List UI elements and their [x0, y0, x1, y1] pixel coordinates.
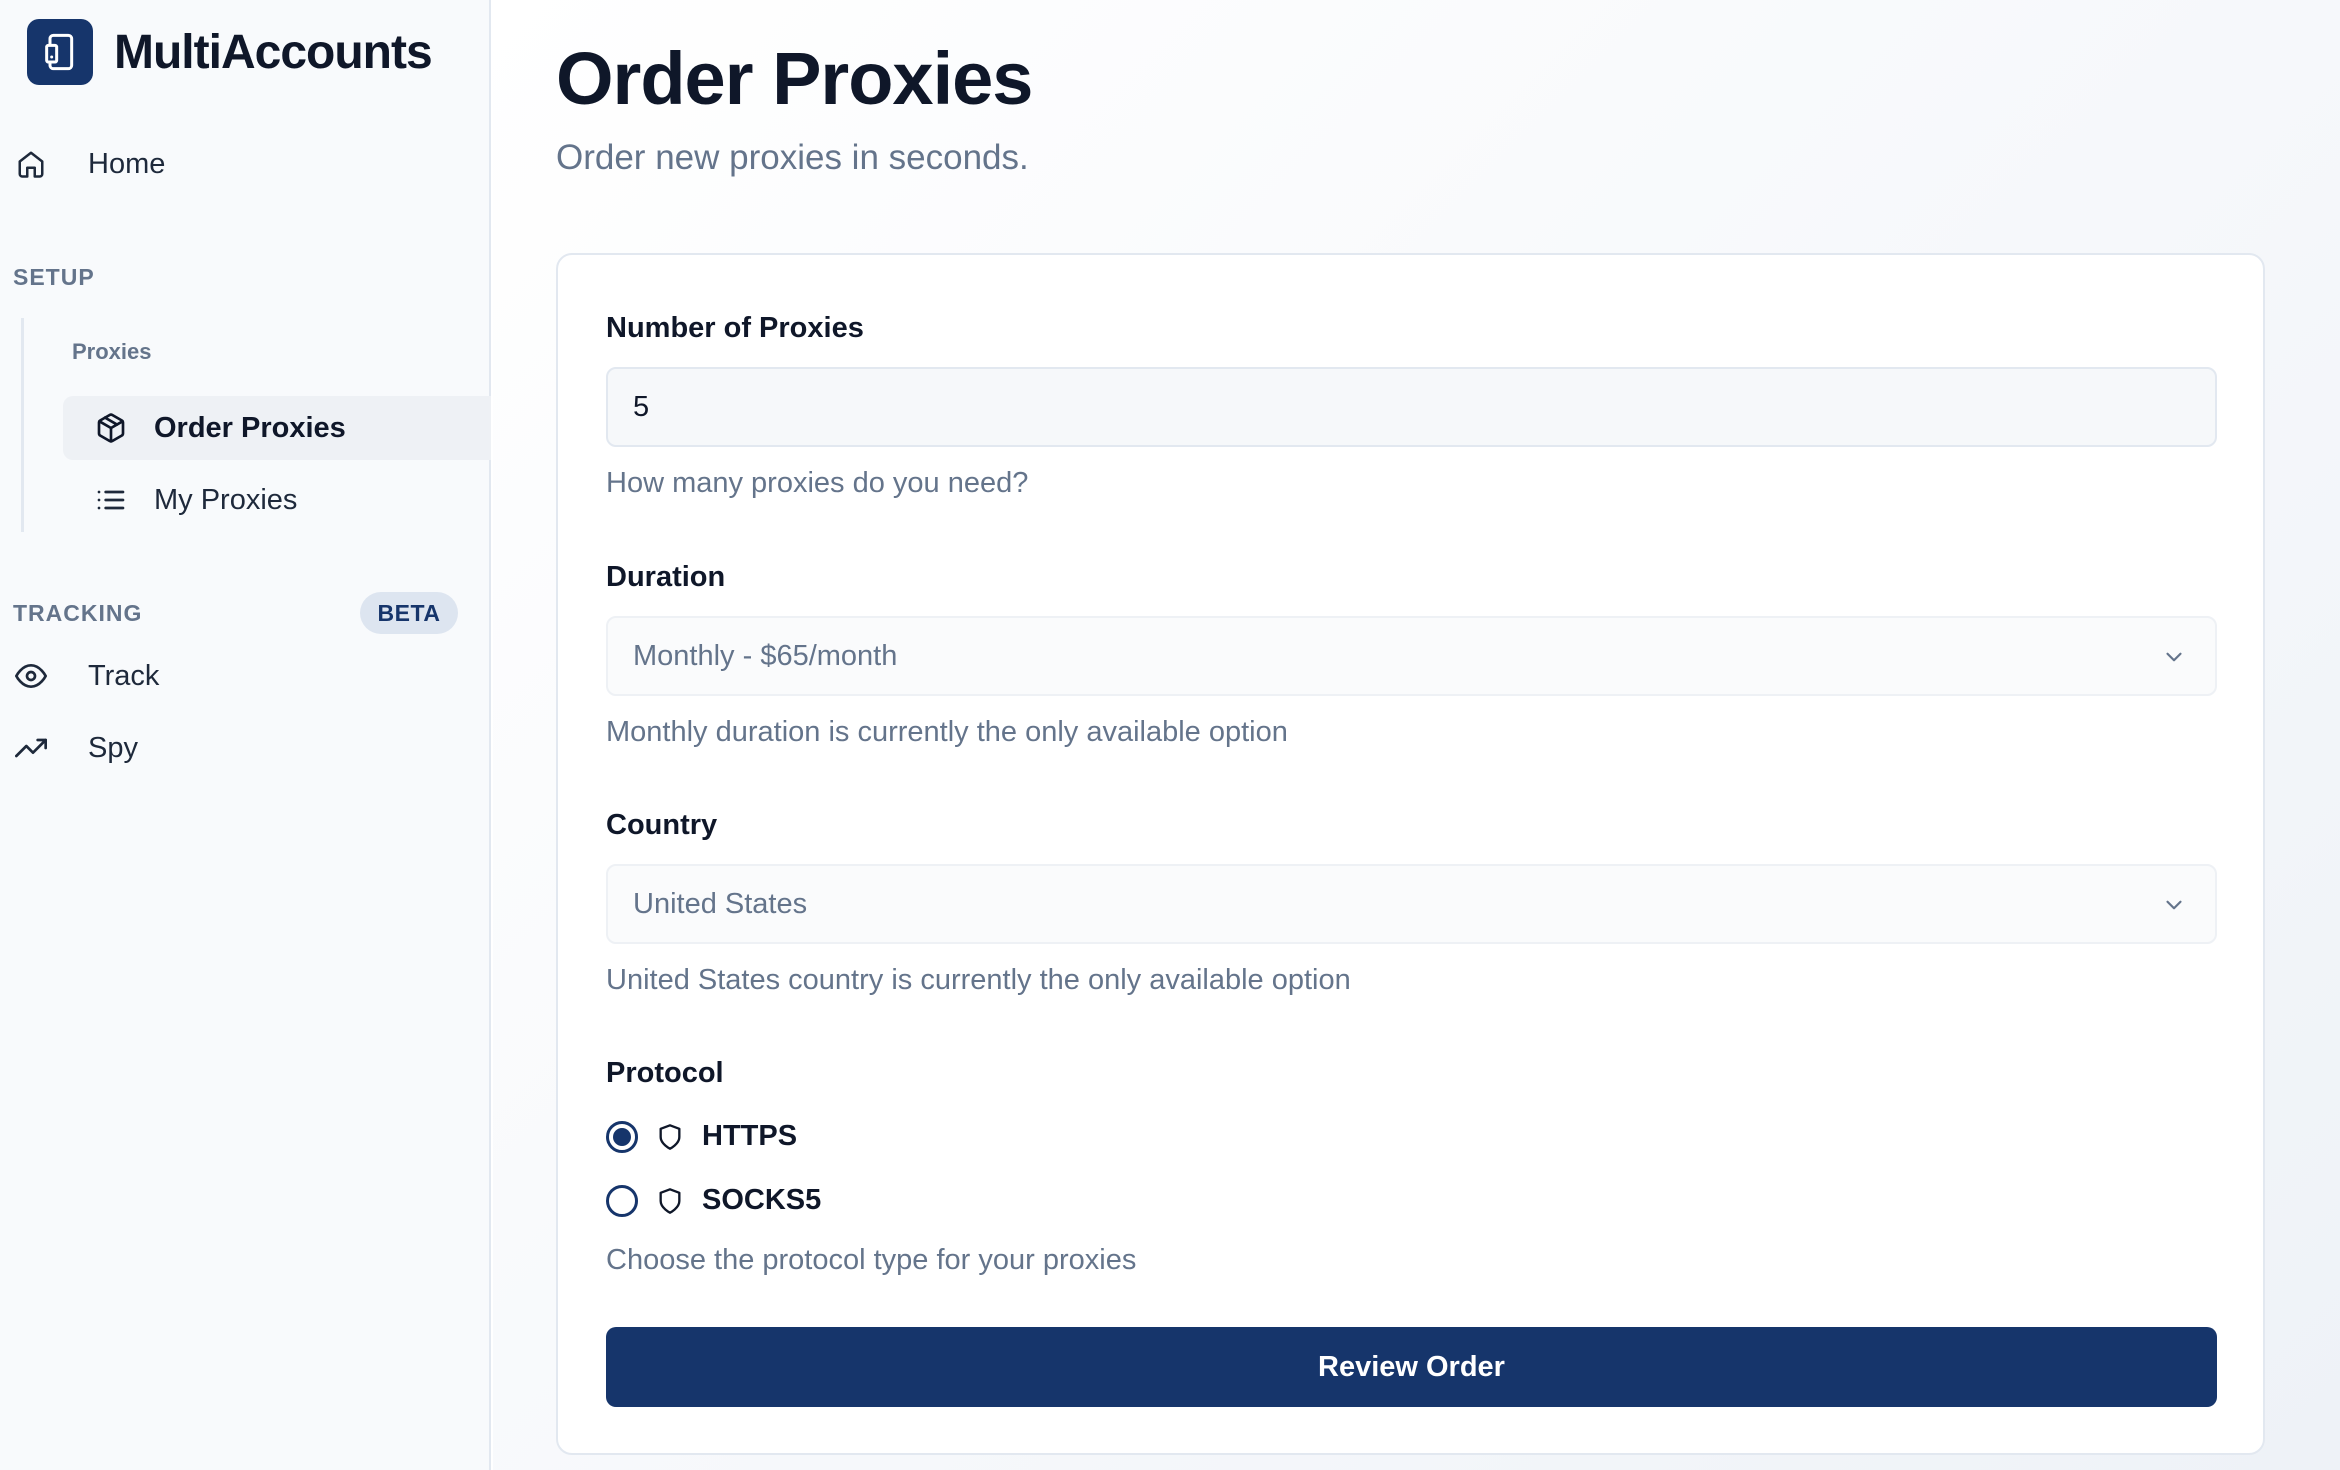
protocol-option-label: HTTPS [702, 1120, 798, 1152]
sidebar-item-order-proxies[interactable]: Order Proxies [63, 396, 491, 460]
duration-select[interactable]: Monthly - $65/month [606, 616, 2217, 696]
radio-button-socks5[interactable] [606, 1184, 638, 1217]
sidebar-item-label: My Proxies [154, 483, 298, 516]
home-icon [13, 146, 49, 182]
quantity-input[interactable]: 5 [606, 367, 2217, 447]
list-icon [95, 484, 127, 516]
duration-hint: Monthly duration is currently the only a… [606, 716, 1288, 748]
chevron-down-icon [2161, 892, 2187, 926]
country-select-value: United States [633, 887, 808, 920]
sidebar-item-my-proxies[interactable]: My Proxies [63, 468, 491, 532]
brand-name: MultiAccounts [114, 25, 433, 79]
protocol-option-https[interactable]: HTTPS [606, 1120, 797, 1153]
main-content: Order Proxies Order new proxies in secon… [493, 0, 2340, 1470]
protocol-option-label: SOCKS5 [702, 1184, 822, 1216]
quantity-label: Number of Proxies [606, 312, 864, 344]
group-label-proxies: Proxies [72, 339, 152, 364]
country-hint: United States country is currently the o… [606, 964, 1351, 996]
sidebar-item-label: Order Proxies [154, 411, 346, 444]
section-title-setup: SETUP [13, 264, 95, 290]
order-form-card: Number of Proxies 5 How many proxies do … [556, 253, 2265, 1455]
shield-icon [654, 1185, 686, 1217]
trending-up-icon [13, 730, 49, 766]
device-icon [27, 19, 93, 85]
tree-line [21, 318, 24, 532]
page-subtitle: Order new proxies in seconds. [556, 138, 1029, 177]
radio-button-https[interactable] [606, 1120, 638, 1153]
page-title: Order Proxies [556, 37, 1033, 120]
duration-label: Duration [606, 561, 726, 593]
duration-select-value: Monthly - $65/month [633, 639, 898, 672]
brand[interactable]: MultiAccounts [27, 19, 433, 85]
section-title-tracking: TRACKING [13, 600, 143, 626]
sidebar-item-label: Home [88, 147, 166, 180]
package-icon [95, 412, 127, 444]
shield-icon [654, 1121, 686, 1153]
protocol-option-socks5[interactable]: SOCKS5 [606, 1184, 821, 1217]
sidebar-item-label: Spy [88, 731, 138, 764]
sidebar-item-spy[interactable]: Spy [13, 730, 138, 766]
review-order-button[interactable]: Review Order [606, 1327, 2217, 1407]
sidebar: MultiAccounts Home SETUP Proxies Order P… [0, 0, 491, 1470]
sidebar-item-home[interactable]: Home [13, 146, 165, 182]
sidebar-item-label: Track [88, 659, 160, 692]
beta-badge: BETA [360, 592, 458, 634]
radio-selected-dot [613, 1127, 631, 1146]
protocol-hint: Choose the protocol type for your proxie… [606, 1244, 1137, 1276]
country-label: Country [606, 809, 718, 841]
chevron-down-icon [2161, 644, 2187, 678]
country-select[interactable]: United States [606, 864, 2217, 944]
sidebar-item-track[interactable]: Track [13, 658, 159, 694]
quantity-hint: How many proxies do you need? [606, 467, 1029, 499]
protocol-label: Protocol [606, 1057, 724, 1089]
eye-icon [13, 658, 49, 694]
